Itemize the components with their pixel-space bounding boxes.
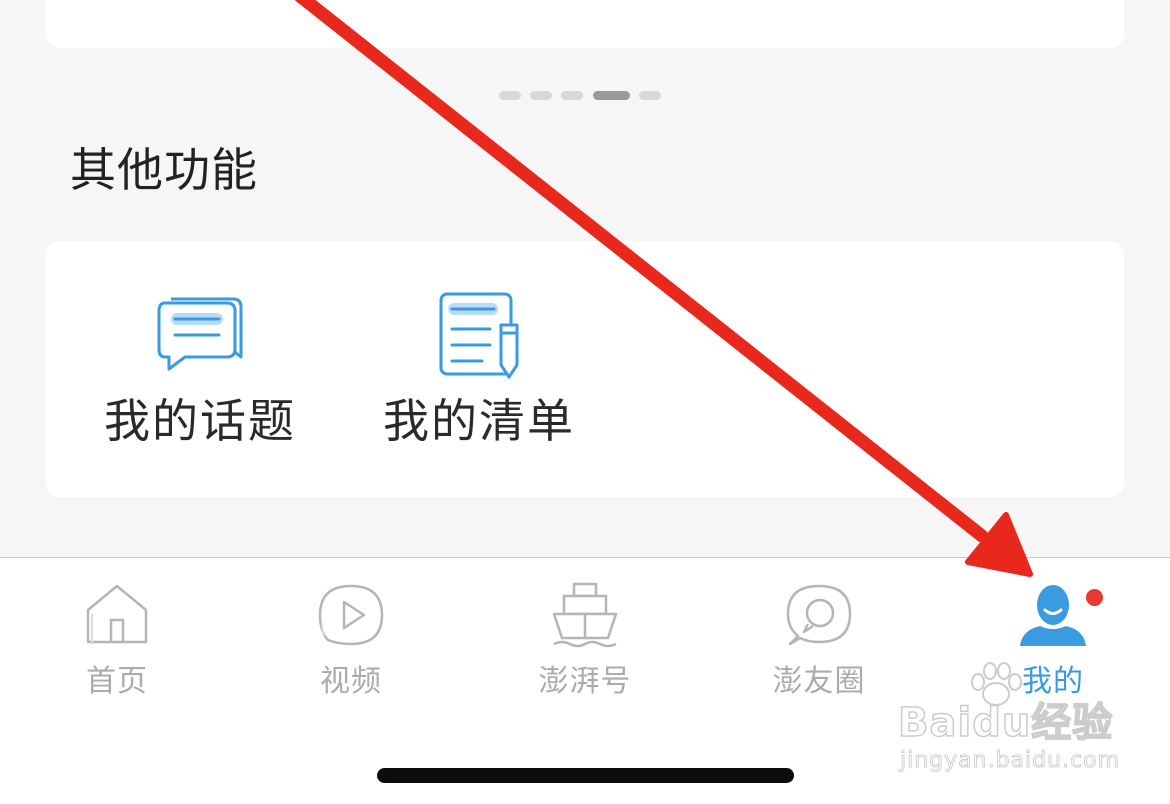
baidu-jingyan-watermark: Baidu经验 jingyan.baidu.com [897,662,1158,786]
pager-dot[interactable] [561,91,583,100]
ship-icon [552,582,618,648]
my-list-label: 我的清单 [383,394,575,448]
list-edit-icon [439,292,519,379]
my-topics-button[interactable]: 我的话题 [104,241,296,497]
tab-pengpai-account[interactable]: 澎湃号 [468,558,702,708]
my-topics-label: 我的话题 [104,394,296,448]
user-icon [1020,585,1086,646]
watermark-url: jingyan.baidu.com [900,748,1121,774]
tab-friends-circle[interactable]: 澎友圈 [702,558,936,708]
tab-pengpai-label: 澎湃号 [538,664,632,699]
top-card [46,0,1124,48]
notification-badge [1086,589,1103,606]
watermark-brand: Baidu经验 [897,699,1114,747]
tab-video-label: 视频 [320,664,382,699]
home-icon [86,584,148,644]
chat-circle-icon [786,584,852,646]
my-list-button[interactable]: 我的清单 [383,241,575,497]
pager-dot[interactable] [499,91,521,100]
tab-home[interactable]: 首页 [0,558,234,708]
chat-bubble-icon [157,297,243,371]
tab-video[interactable]: 视频 [234,558,468,708]
section-title: 其他功能 [70,143,258,197]
other-functions-card: 我的话题 我的清单 [46,241,1124,497]
play-icon [318,584,384,646]
home-indicator[interactable] [377,768,794,783]
carousel-pager [0,91,1170,101]
pager-dot[interactable] [530,91,552,100]
pager-dot[interactable] [639,91,661,100]
pager-dot-active[interactable] [593,91,630,100]
tab-home-label: 首页 [86,664,148,699]
